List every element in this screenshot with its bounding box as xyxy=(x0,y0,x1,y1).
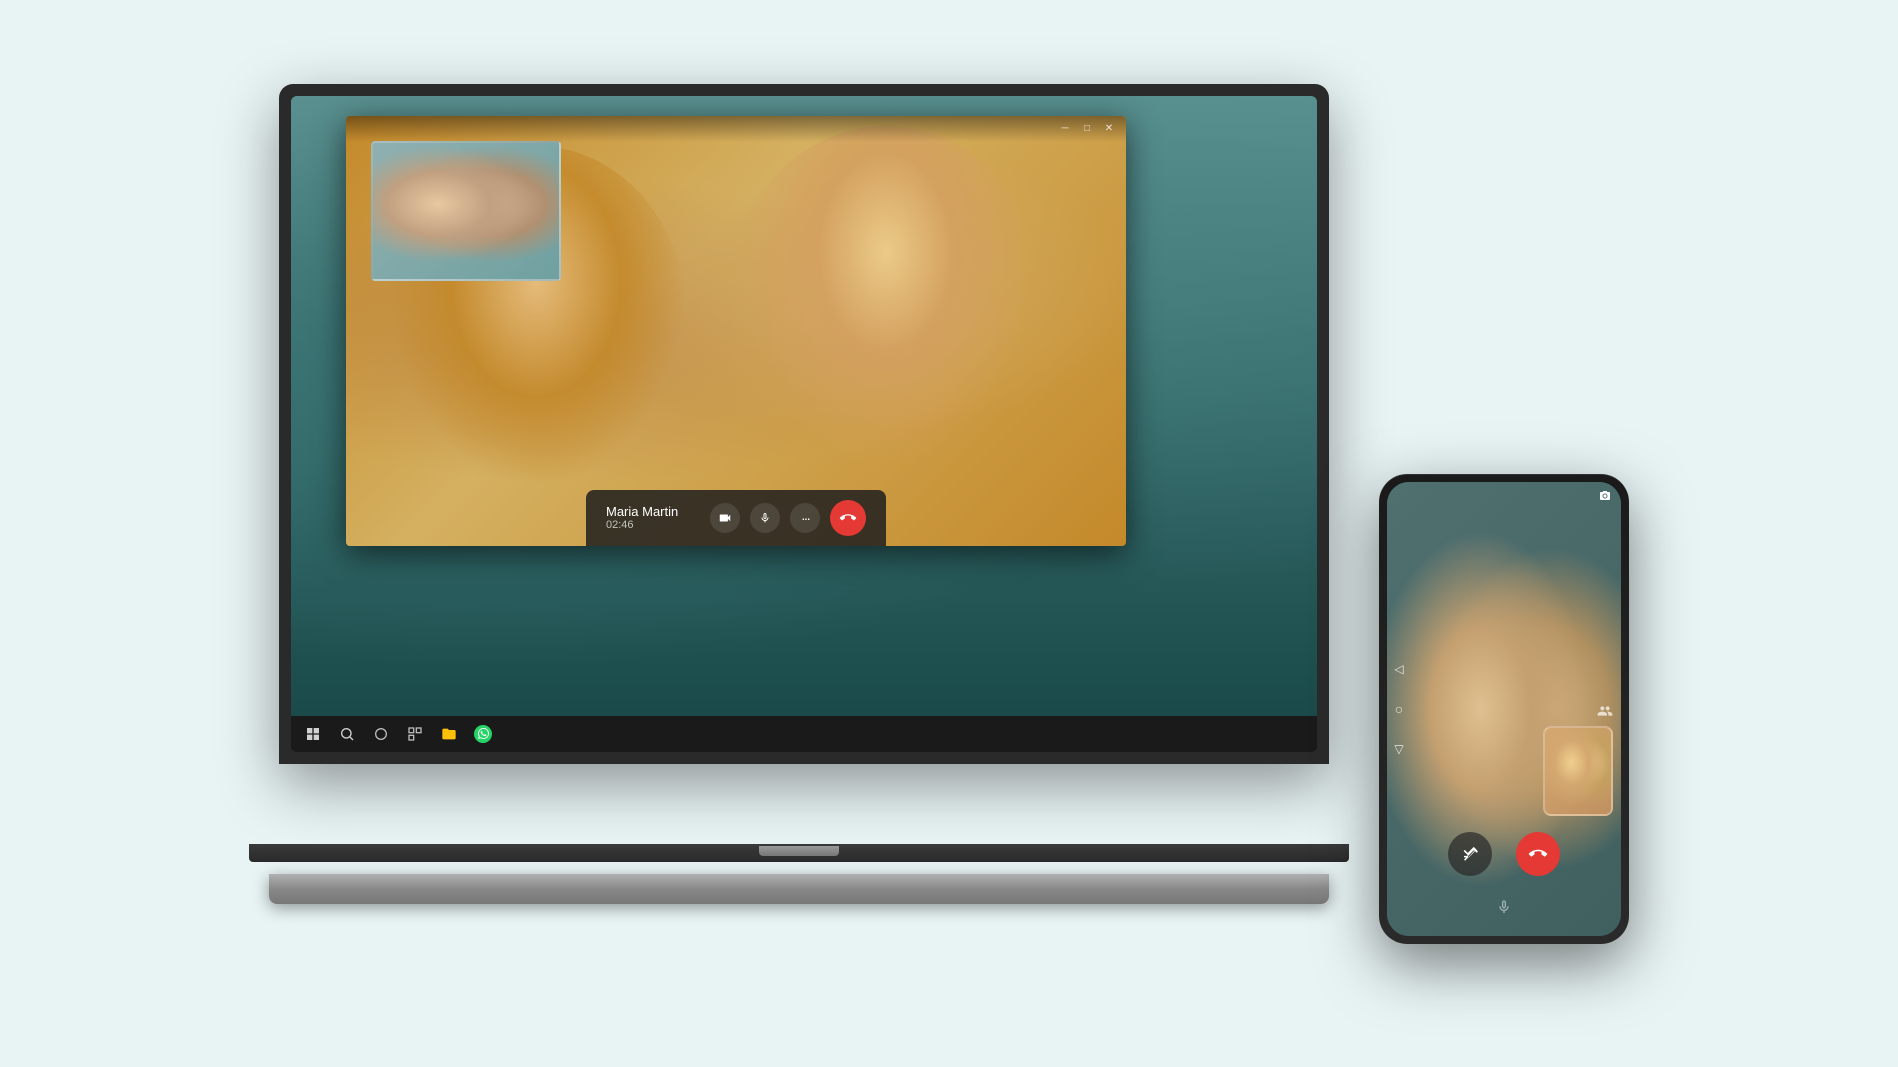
phone-call-controls xyxy=(1414,832,1594,876)
minimize-button[interactable]: ─ xyxy=(1058,122,1072,136)
taskbar-search-icon[interactable] xyxy=(337,724,357,744)
laptop-base xyxy=(249,844,1349,904)
taskbar-taskview-icon[interactable] xyxy=(405,724,425,744)
phone-pip-video xyxy=(1543,726,1613,816)
taskbar-whatsapp-icon[interactable] xyxy=(473,724,493,744)
taskbar-windows-icon[interactable] xyxy=(303,724,323,744)
mute-button[interactable] xyxy=(750,503,780,533)
laptop: ─ □ ✕ xyxy=(249,84,1349,904)
call-controls-bar: Maria Martin 02:46 ··· xyxy=(586,490,886,546)
phone-end-call-button[interactable] xyxy=(1516,832,1560,876)
call-window-titlebar: ─ □ ✕ xyxy=(346,116,1126,142)
call-info: Maria Martin 02:46 xyxy=(606,504,700,531)
laptop-base-bottom xyxy=(269,874,1329,904)
phone-video-off-button[interactable] xyxy=(1448,832,1492,876)
video-person-right xyxy=(726,126,1046,486)
phone-home-button[interactable]: ○ xyxy=(1389,699,1409,719)
phone-nav: ◁ ○ ▽ xyxy=(1387,651,1411,767)
phone-mute-indicator xyxy=(1496,897,1512,922)
phone-top-bar xyxy=(1597,490,1613,502)
pip-video xyxy=(371,141,561,281)
close-button[interactable]: ✕ xyxy=(1102,122,1116,136)
taskbar-cortana-icon[interactable] xyxy=(371,724,391,744)
scene: ─ □ ✕ xyxy=(249,84,1649,984)
laptop-screen-outer: ─ □ ✕ xyxy=(279,84,1329,764)
maximize-button[interactable]: □ xyxy=(1080,122,1094,136)
laptop-wallpaper: ─ □ ✕ xyxy=(291,96,1317,716)
call-window: ─ □ ✕ xyxy=(346,116,1126,546)
more-options-button[interactable]: ··· xyxy=(790,503,820,533)
phone-participants-indicator xyxy=(1597,703,1613,721)
video-toggle-button[interactable] xyxy=(710,503,740,533)
laptop-base-top xyxy=(249,844,1349,862)
end-call-button[interactable] xyxy=(830,500,866,536)
phone: ◁ ○ ▽ xyxy=(1379,474,1629,944)
call-duration: 02:46 xyxy=(606,519,700,531)
laptop-taskbar xyxy=(291,716,1317,752)
call-contact-name: Maria Martin xyxy=(606,504,700,519)
laptop-screen-bezel: ─ □ ✕ xyxy=(291,96,1317,752)
laptop-hinge xyxy=(759,846,839,856)
camera-icon xyxy=(1597,490,1613,502)
phone-recents-button[interactable]: ▽ xyxy=(1389,739,1409,759)
phone-body: ◁ ○ ▽ xyxy=(1379,474,1629,944)
phone-back-button[interactable]: ◁ xyxy=(1389,659,1409,679)
taskbar-fileexplorer-icon[interactable] xyxy=(439,724,459,744)
phone-screen: ◁ ○ ▽ xyxy=(1387,482,1621,936)
